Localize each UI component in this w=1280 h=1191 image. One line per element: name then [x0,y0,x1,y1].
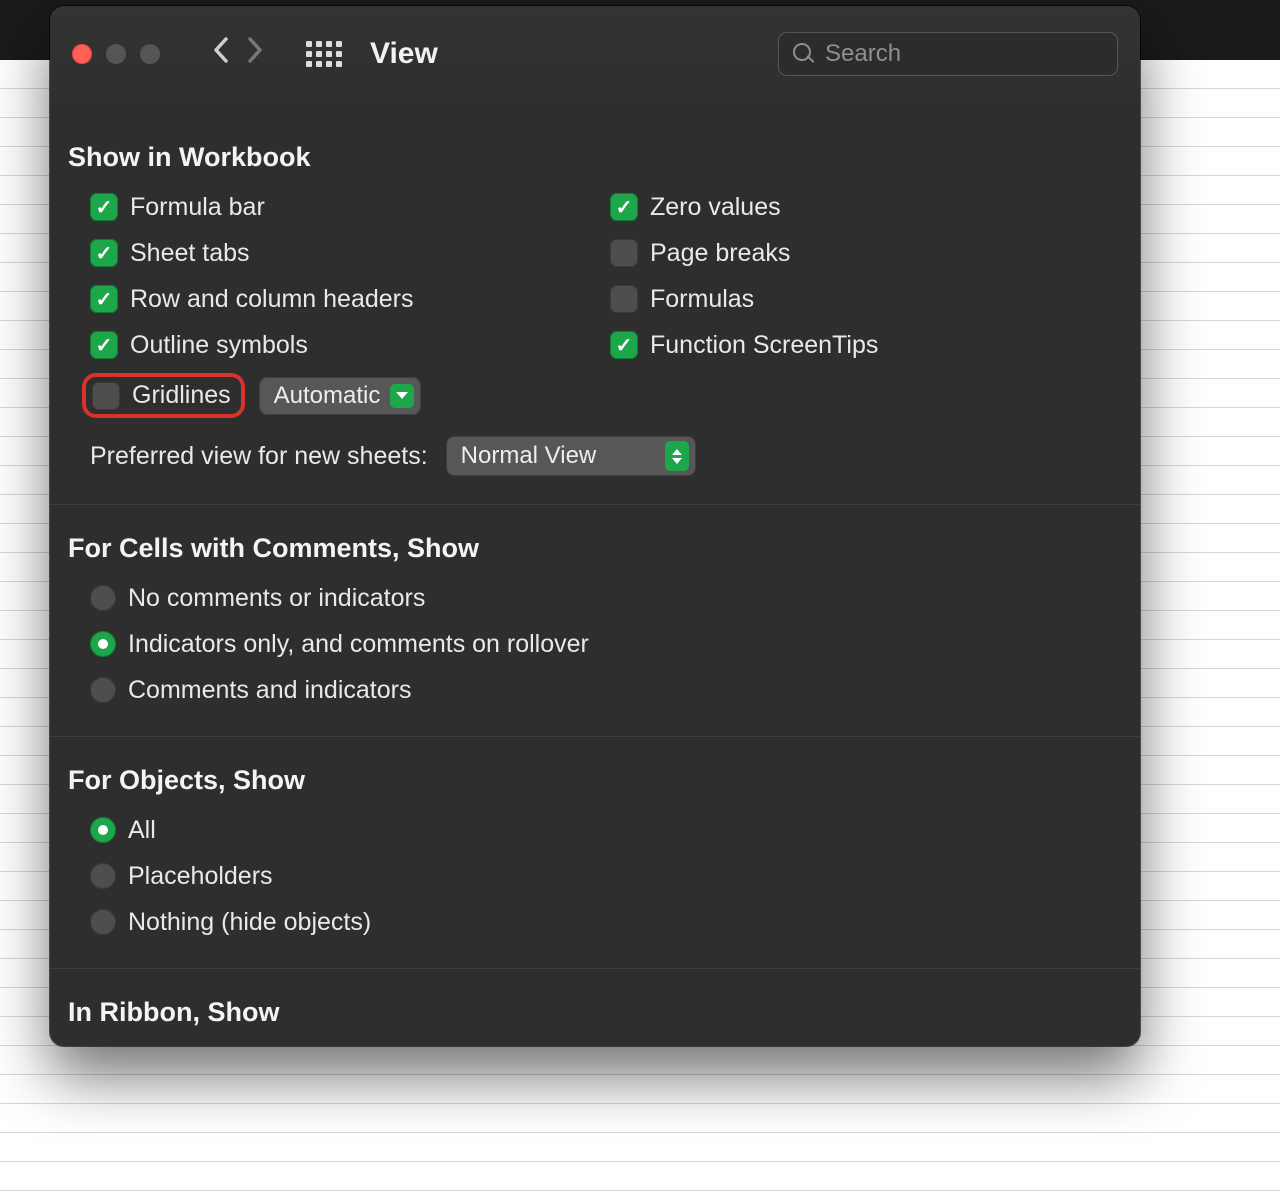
stepper-icon [665,441,689,471]
page-title: View [370,37,438,71]
label-sheet-tabs: Sheet tabs [130,239,250,268]
radio-objects-all[interactable] [90,817,116,843]
checkbox-row-column-headers[interactable] [90,285,118,313]
dropdown-gridlines-color-value: Automatic [274,382,381,410]
select-preferred-view[interactable]: Normal View [446,436,696,476]
search-icon [793,43,815,65]
radio-objects-nothing[interactable] [90,909,116,935]
checkbox-formulas[interactable] [610,285,638,313]
grid-icon [306,41,342,47]
label-comments-and-indicators: Comments and indicators [128,676,411,705]
toolbar: View Search [50,6,1140,102]
minimize-window-button[interactable] [106,44,126,64]
forward-button[interactable] [238,36,272,72]
label-function-screentips: Function ScreenTips [650,331,878,360]
label-formulas: Formulas [650,285,754,314]
highlight-gridlines: Gridlines [82,373,245,418]
content: Show in Workbook Formula bar Sheet tabs … [50,102,1140,1046]
label-indicators-only: Indicators only, and comments on rollove… [128,630,589,659]
section-show-in-workbook-title: Show in Workbook [68,142,1122,173]
label-objects-all: All [128,816,156,845]
radio-indicators-only[interactable] [90,631,116,657]
radio-no-comments[interactable] [90,585,116,611]
label-zero-values: Zero values [650,193,781,222]
divider [50,736,1140,737]
checkbox-formula-bar[interactable] [90,193,118,221]
checkbox-zero-values[interactable] [610,193,638,221]
checkbox-gridlines[interactable] [92,382,120,410]
chevron-right-icon [246,36,264,64]
chevron-left-icon [212,36,230,64]
zoom-window-button[interactable] [140,44,160,64]
checkbox-sheet-tabs[interactable] [90,239,118,267]
label-row-column-headers: Row and column headers [130,285,414,314]
close-window-button[interactable] [72,44,92,64]
search-input[interactable]: Search [778,32,1118,76]
checkbox-function-screentips[interactable] [610,331,638,359]
search-placeholder: Search [825,40,901,68]
divider [50,968,1140,969]
preferences-window: View Search Show in Workbook Formula bar… [50,6,1140,1046]
radio-objects-placeholders[interactable] [90,863,116,889]
dropdown-gridlines-color[interactable]: Automatic [259,377,422,415]
window-controls [72,44,160,64]
label-no-comments: No comments or indicators [128,584,425,613]
preferred-view-label: Preferred view for new sheets: [90,442,428,471]
label-gridlines: Gridlines [132,381,231,410]
divider [50,504,1140,505]
label-objects-placeholders: Placeholders [128,862,273,891]
checkbox-page-breaks[interactable] [610,239,638,267]
chevron-down-icon [390,384,414,408]
section-comments-title: For Cells with Comments, Show [68,533,1122,564]
label-objects-nothing: Nothing (hide objects) [128,908,371,937]
section-ribbon-title: In Ribbon, Show [68,997,1122,1028]
label-page-breaks: Page breaks [650,239,790,268]
label-formula-bar: Formula bar [130,193,265,222]
section-objects-title: For Objects, Show [68,765,1122,796]
label-outline-symbols: Outline symbols [130,331,308,360]
back-button[interactable] [204,36,238,72]
checkbox-outline-symbols[interactable] [90,331,118,359]
radio-comments-and-indicators[interactable] [90,677,116,703]
select-preferred-view-value: Normal View [461,442,597,470]
show-all-button[interactable] [306,41,342,67]
